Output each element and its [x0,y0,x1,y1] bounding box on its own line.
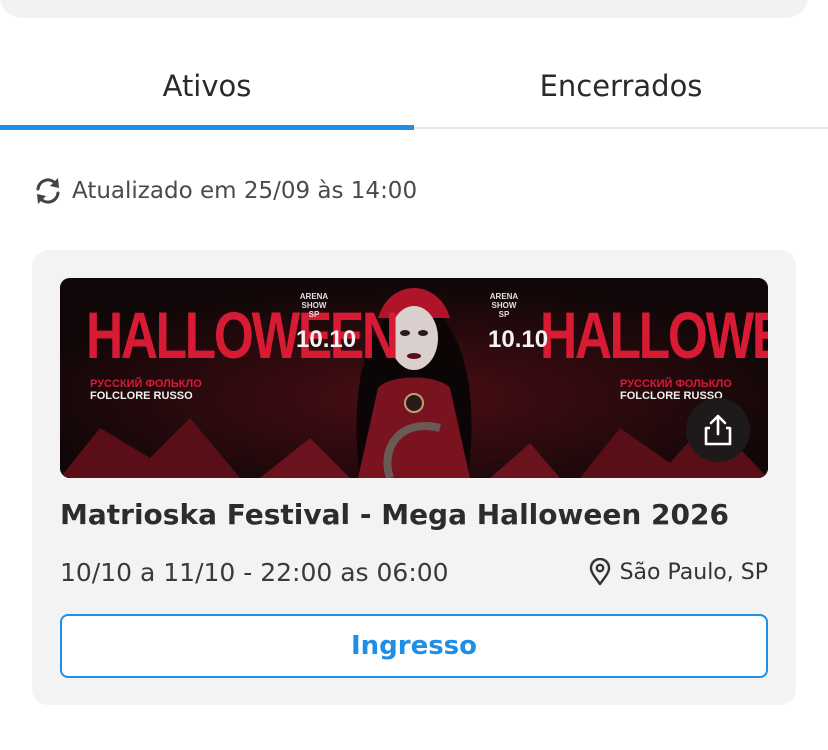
banner-date-right: 10.10 [488,326,549,353]
tab-ativos[interactable]: Ativos [0,40,414,132]
location-pin-icon [589,558,610,586]
tab-bar: Ativos Encerrados [0,40,828,132]
event-dates: 10/10 a 11/10 - 22:00 as 06:00 [60,558,449,587]
active-tab-indicator [0,125,414,130]
banner-subtitle-ru-left: РУССКИЙ ФОЛЬКЛО [90,378,202,390]
venue-logo-left: ARENA SHOW SP [299,292,329,319]
location-text: São Paulo, SP [619,559,768,585]
venue-logo-right: ARENA SHOW SP [489,292,519,319]
banner-subtitle-pt-left: FOLCLORE RUSSO [90,390,193,402]
banner-headline-right: HALLOWEEN [540,298,768,372]
share-icon [704,414,732,446]
event-location: São Paulo, SP [588,558,768,586]
refresh-icon[interactable] [32,175,64,207]
updated-text: Atualizado em 25/09 às 14:00 [72,178,418,204]
event-banner[interactable]: HALLOWEEN HALLOWEEN ARENA SHOW SP ARENA … [60,278,768,478]
share-button[interactable] [686,398,750,462]
event-title[interactable]: Matrioska Festival - Mega Halloween 2026 [60,498,729,531]
ticket-button[interactable]: Ingresso [60,614,768,678]
previous-card-bottom [0,0,808,18]
tab-encerrados[interactable]: Encerrados [414,40,828,132]
last-updated-status: Atualizado em 25/09 às 14:00 [32,172,417,210]
banner-subtitle-ru-right: РУССКИЙ ФОЛЬКЛО [620,378,732,390]
tab-divider [414,127,828,129]
event-card[interactable]: HALLOWEEN HALLOWEEN ARENA SHOW SP ARENA … [32,250,796,705]
banner-date-left: 10.10 [296,326,357,353]
